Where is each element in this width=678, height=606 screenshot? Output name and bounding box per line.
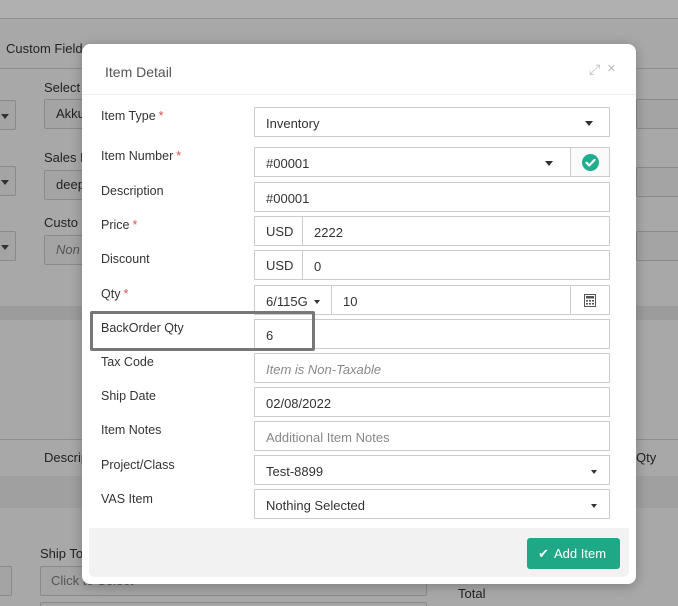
- vas-item-select[interactable]: Nothing Selected: [254, 489, 610, 519]
- tax-code-input[interactable]: Item is Non-Taxable: [254, 353, 610, 383]
- calculator-button[interactable]: [570, 285, 610, 315]
- item-number-select[interactable]: #00001: [254, 147, 571, 177]
- ship-date-label: Ship Date: [101, 389, 156, 403]
- vas-item-label: VAS Item: [101, 492, 153, 506]
- expand-icon[interactable]: ⤢: [589, 62, 600, 76]
- item-number-label: Item Number *: [101, 149, 182, 163]
- total-label: Total: [458, 586, 486, 601]
- chevron-down-icon: [591, 504, 597, 508]
- chevron-down-icon: [591, 470, 597, 474]
- modal-title: Item Detail: [105, 64, 172, 80]
- ship-to-label: Ship To: [40, 546, 84, 561]
- item-notes-input[interactable]: Additional Item Notes: [254, 421, 610, 451]
- ship-date-input[interactable]: 02/08/2022: [254, 387, 610, 417]
- item-notes-label: Item Notes: [101, 423, 162, 437]
- price-label: Price *: [101, 218, 138, 232]
- discount-currency-addon: USD: [254, 250, 303, 280]
- qty-input[interactable]: 10: [331, 285, 572, 315]
- custom-label: Custo: [44, 215, 78, 230]
- price-input[interactable]: 2222: [302, 216, 610, 246]
- add-item-button[interactable]: ✔ Add Item: [527, 538, 620, 569]
- tab-custom-fields[interactable]: Custom Fields: [6, 41, 89, 56]
- project-class-label: Project/Class: [101, 458, 175, 472]
- discount-input[interactable]: 0: [302, 250, 610, 280]
- highlight-box: [90, 311, 315, 351]
- chevron-down-icon: [314, 300, 320, 304]
- description-input[interactable]: #00001: [254, 182, 610, 212]
- tax-code-label: Tax Code: [101, 355, 154, 369]
- price-currency-addon: USD: [254, 216, 303, 246]
- discount-label: Discount: [101, 252, 150, 266]
- project-class-select[interactable]: Test-8899: [254, 455, 610, 485]
- check-circle-icon: [582, 154, 599, 171]
- top-bar: [0, 0, 678, 18]
- verify-item-button[interactable]: [570, 147, 610, 177]
- item-type-label: Item Type *: [101, 109, 164, 123]
- chevron-down-icon: [585, 121, 593, 126]
- description-label: Description: [101, 184, 164, 198]
- qty-label: Qty *: [101, 287, 129, 301]
- table-col-qty: Qty: [636, 450, 657, 465]
- modal-footer: ✔ Add Item: [89, 528, 629, 577]
- check-icon: ✔: [538, 546, 549, 561]
- chevron-down-icon: [545, 161, 553, 166]
- modal-header: Item Detail ⤢ ×: [82, 44, 636, 95]
- item-type-select[interactable]: Inventory: [254, 107, 610, 137]
- close-icon[interactable]: ×: [607, 61, 616, 76]
- calculator-icon: [584, 294, 596, 307]
